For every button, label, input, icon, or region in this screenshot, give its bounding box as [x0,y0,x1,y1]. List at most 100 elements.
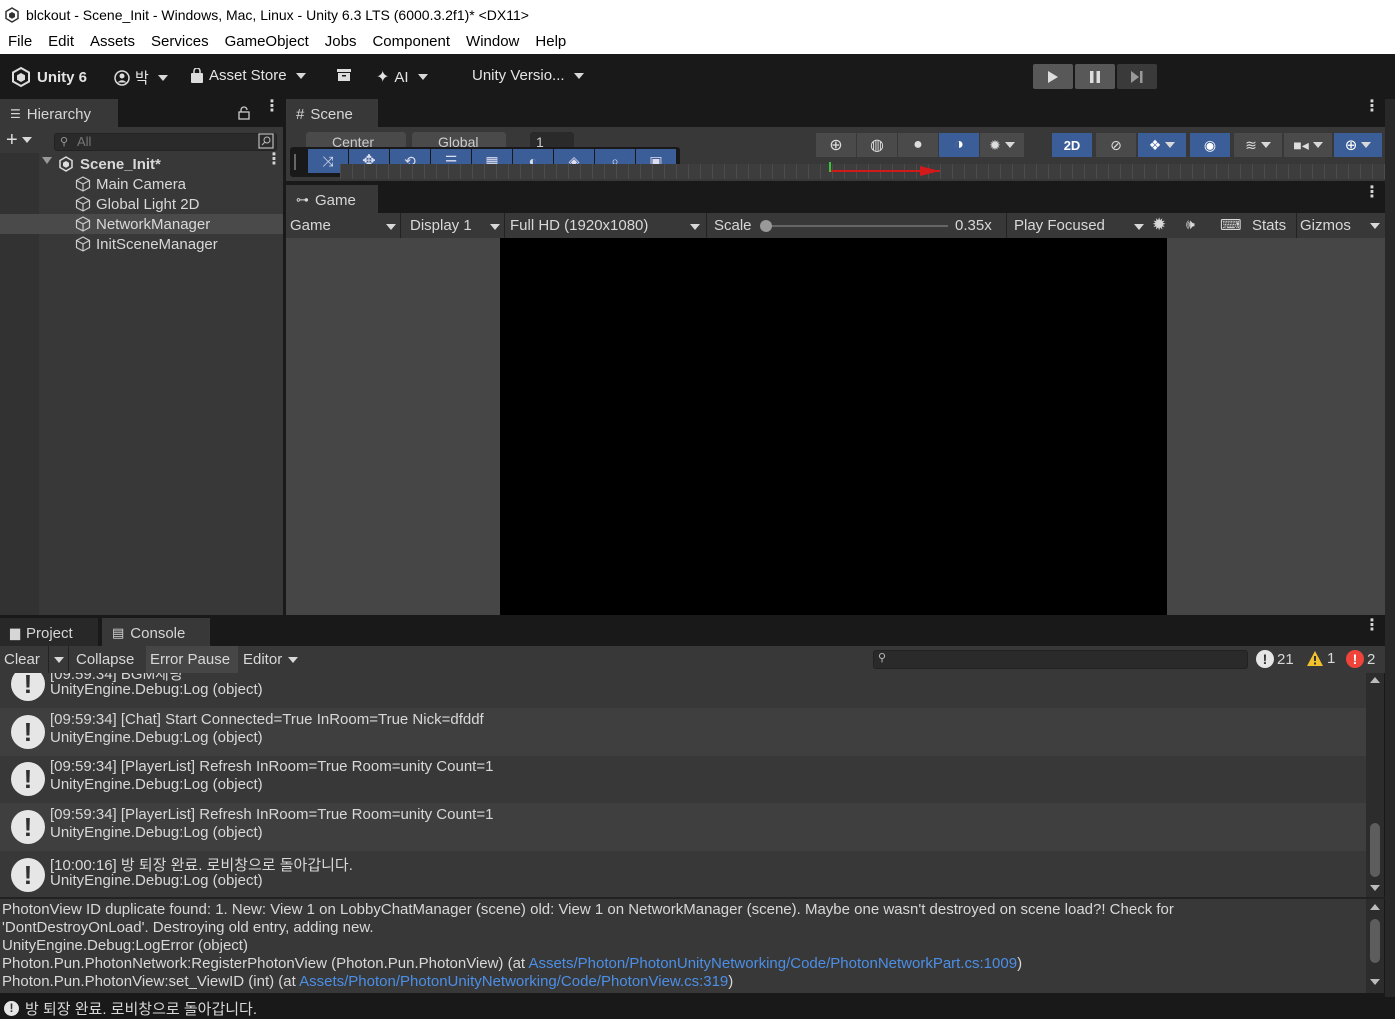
hierarchy-item-global-light[interactable]: Global Light 2D [0,194,283,214]
audio-mute-icon: ⊘ [1110,136,1122,153]
step-button[interactable] [1117,64,1157,89]
expand-arrow-icon[interactable] [42,157,52,164]
chevron-down-icon [1004,142,1015,148]
game-menu-icon[interactable]: ⋮ [1364,185,1380,201]
tab-scene[interactable]: # Scene [286,99,378,127]
menu-window[interactable]: Window [458,33,527,50]
play-button[interactable] [1033,64,1073,89]
pause-button[interactable] [1075,64,1115,89]
keyboard-icon[interactable]: ⌨ [1220,216,1242,234]
toggle-2d-button[interactable]: 2D [1052,133,1092,157]
source-link[interactable]: Assets/Photon/PhotonUnityNetworking/Code… [299,973,728,990]
log-entry[interactable]: ! [09:59:34] [Chat] Start Connected=True… [0,708,1366,756]
scale-slider-handle[interactable] [760,220,772,232]
game-view[interactable] [286,238,1385,615]
sparkle-icon: ✦ [376,69,390,86]
log-entry[interactable]: ! [09:59:34] BGM세팅 UnityEngine.Debug:Log… [0,673,1366,708]
clear-options-chevron-icon[interactable] [54,657,64,663]
gizmos-dropdown[interactable]: ⊕ [1334,133,1382,157]
resolution-dropdown[interactable]: Full HD (1920x1080) [510,217,700,234]
scroll-up-icon[interactable] [1370,904,1380,910]
chevron-down-icon[interactable] [288,657,298,663]
title-bar: blckout - Scene_Init - Windows, Mac, Lin… [0,0,1395,29]
status-bar[interactable]: ! 방 퇴장 완료. 로비창으로 돌아갑니다. [0,997,1395,1019]
camera-dropdown[interactable]: ■◂ [1284,133,1332,157]
chevron-down-icon[interactable] [1370,223,1380,229]
log-entry[interactable]: ! [09:59:34] [PlayerList] Refresh InRoom… [0,755,1366,803]
visibility-button[interactable]: ◉ [1190,133,1230,157]
menu-help[interactable]: Help [527,33,574,50]
display-dropdown[interactable]: Display 1 [410,217,500,234]
hierarchy-item-init-scene-manager[interactable]: InitSceneManager [0,234,283,254]
console-menu-icon[interactable]: ⋮ [1364,618,1380,634]
tab-hierarchy[interactable]: ☰ Hierarchy [0,99,118,127]
log-entry[interactable]: ! [10:00:16] 방 퇴장 완료. 로비창으로 돌아갑니다. Unity… [0,851,1366,897]
hierarchy-menu-icon[interactable]: ⋮ [264,99,280,115]
shaded-button[interactable]: ● [898,133,938,157]
account-dropdown[interactable]: 박 [114,67,168,88]
shaded-wire-button[interactable]: ◍ [857,133,897,157]
detail-text: Photon.Pun.PhotonNetwork:RegisterPhotonV… [2,955,529,972]
scroll-thumb[interactable] [1370,919,1380,963]
menu-services[interactable]: Services [143,33,217,50]
info-count-toggle[interactable]: ! 21 [1256,650,1294,668]
overlay-handle[interactable] [294,154,296,170]
console-search-input[interactable]: ⚲ [873,650,1248,669]
game-render-output[interactable] [500,238,1167,615]
scale-slider[interactable] [766,225,948,227]
error-count-toggle[interactable]: ! 2 [1346,650,1375,668]
clear-button[interactable]: Clear [4,651,40,668]
hierarchy-item-network-manager[interactable]: NetworkManager [0,214,283,234]
lock-icon[interactable] [238,106,250,123]
stats-button[interactable]: Stats [1252,217,1286,234]
ai-dropdown[interactable]: ✦ AI [376,67,428,87]
scroll-thumb[interactable] [1370,823,1380,877]
scroll-up-icon[interactable] [1370,677,1380,683]
menu-jobs[interactable]: Jobs [317,33,365,50]
search-options-icon[interactable] [258,133,274,152]
chevron-down-icon[interactable] [21,137,32,143]
menu-gameobject[interactable]: GameObject [217,33,317,50]
menu-edit[interactable]: Edit [40,33,82,50]
tab-console[interactable]: ▤ Console [102,618,210,646]
play-mode-dropdown[interactable]: Play Focused [1014,217,1144,234]
asset-store-dropdown[interactable]: Asset Store [190,67,306,84]
menu-assets[interactable]: Assets [82,33,143,50]
log-entry[interactable]: ! [09:59:34] [PlayerList] Refresh InRoom… [0,803,1366,851]
gizmos-button[interactable]: Gizmos [1300,217,1351,234]
speaker-icon[interactable]: 🕪 [1186,216,1195,233]
scene-menu-icon[interactable]: ⋮ [266,152,282,168]
scene-menu-icon[interactable]: ⋮ [1364,99,1380,115]
log-list-scrollbar[interactable] [1366,673,1384,897]
hierarchy-item-main-camera[interactable]: Main Camera [0,174,283,194]
version-control-dropdown[interactable]: Unity Versio... [472,67,584,84]
info-log-icon: ! [11,810,45,844]
effects-dropdown[interactable]: ❖ [1138,133,1186,157]
package-manager-button[interactable] [336,68,352,82]
hierarchy-search-input[interactable]: ⚲ All [54,133,277,151]
game-view-dropdown[interactable]: Game [290,217,396,234]
wireframe-button[interactable]: ⊕ [816,133,856,157]
source-link[interactable]: Assets/Photon/PhotonUnityNetworking/Code… [528,955,1017,972]
divider [1296,213,1297,238]
hierarchy-scene-row[interactable]: Scene_Init* ⋮ [0,152,283,174]
menu-file[interactable]: File [0,33,40,50]
menu-component[interactable]: Component [364,33,458,50]
bug-icon[interactable]: ✹ [1152,215,1166,235]
debug-draw-dropdown[interactable]: ✹ [980,133,1024,157]
editor-dropdown[interactable]: Editor [243,651,282,668]
layers-dropdown[interactable]: ≋ [1234,133,1282,157]
add-icon[interactable]: + [6,129,18,152]
lighting-button[interactable]: ◑ [939,133,979,157]
error-pause-button[interactable]: Error Pause [150,651,230,668]
scroll-down-icon[interactable] [1370,885,1380,891]
audio-toggle-button[interactable]: ⊘ [1096,133,1136,157]
scene-tab-label: Scene [310,105,353,123]
detail-scrollbar[interactable] [1366,899,1384,993]
scroll-down-icon[interactable] [1370,979,1380,985]
unity-button[interactable]: Unity 6 [10,66,87,88]
tab-project[interactable]: ▆ Project [0,618,98,646]
tab-game[interactable]: ⊶ Game [286,185,378,213]
warning-count-toggle[interactable]: 1 [1306,650,1335,667]
collapse-button[interactable]: Collapse [76,651,134,668]
